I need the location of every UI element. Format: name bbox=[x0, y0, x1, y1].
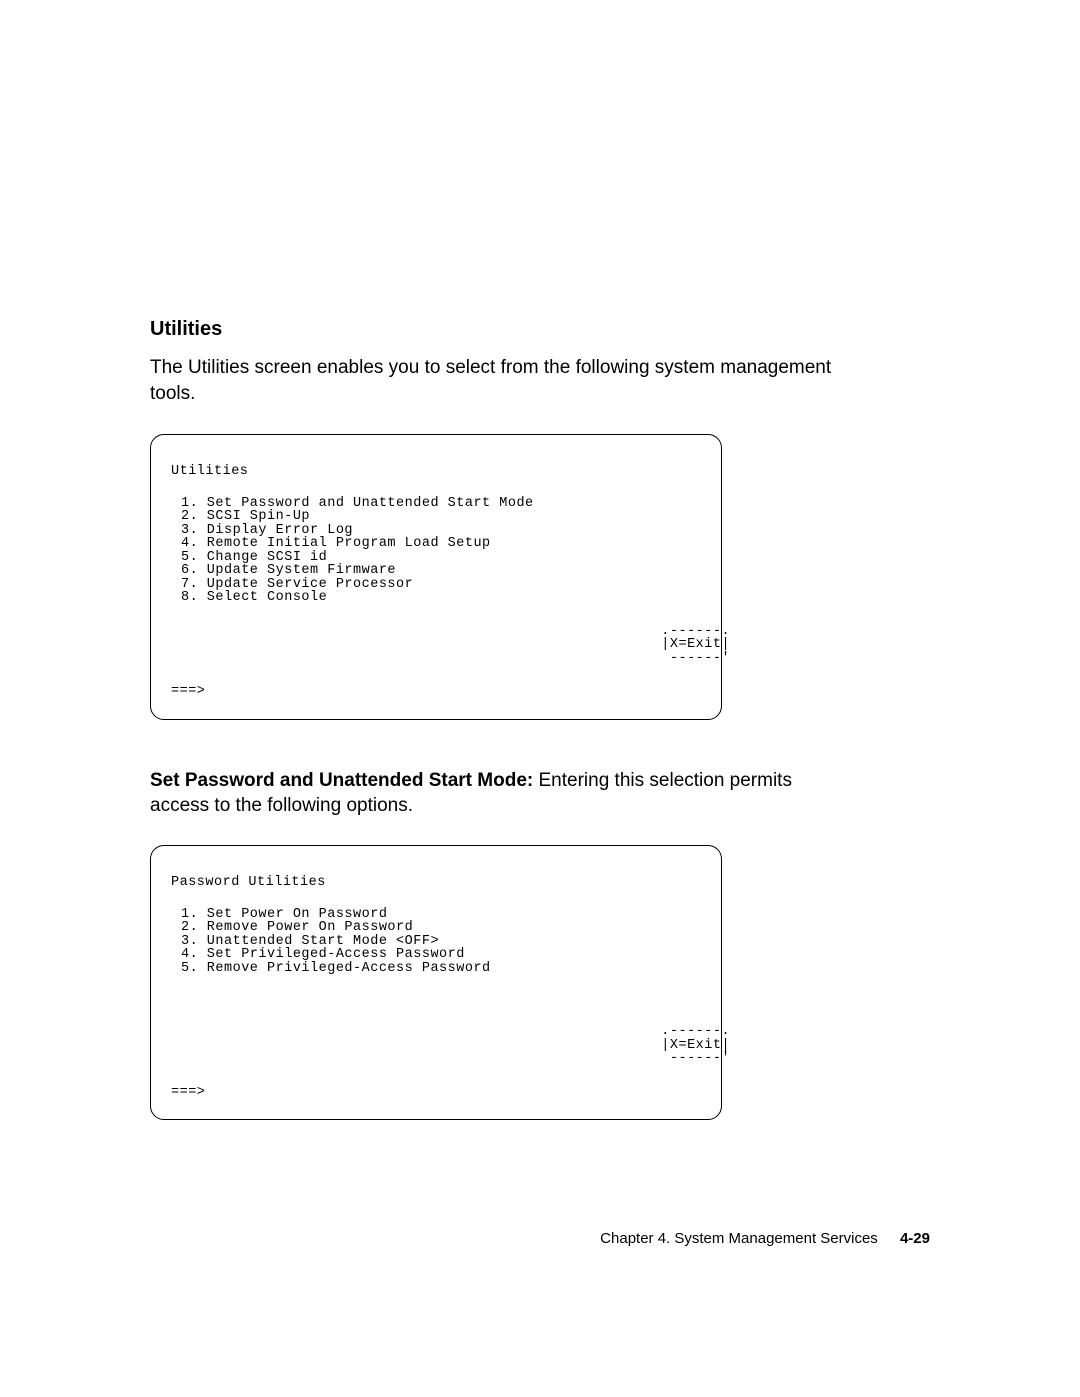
menu-item-6: 6. Update System Firmware bbox=[171, 564, 701, 578]
menu-item-4: 4. Set Privileged-Access Password bbox=[171, 948, 701, 962]
menu-item-3: 3. Unattended Start Mode <OFF> bbox=[171, 935, 701, 949]
menu-item-7: 7. Update Service Processor bbox=[171, 578, 701, 592]
exit-border-bottom: ------' bbox=[171, 652, 701, 666]
exit-label: |X=Exit| bbox=[171, 1039, 701, 1053]
footer-page-number: 4-29 bbox=[900, 1230, 930, 1247]
section-intro-utilities: The Utilities screen enables you to sele… bbox=[150, 355, 840, 406]
page: Utilities The Utilities screen enables y… bbox=[0, 0, 1080, 1397]
section-heading-utilities: Utilities bbox=[150, 318, 840, 341]
menu-item-2: 2. SCSI Spin-Up bbox=[171, 510, 701, 524]
menu-item-8: 8. Select Console bbox=[171, 591, 701, 605]
menu-item-3: 3. Display Error Log bbox=[171, 524, 701, 538]
sub-heading-label: Set Password and Unattended Start Mode: bbox=[150, 770, 533, 791]
section-heading-password: Set Password and Unattended Start Mode: … bbox=[150, 768, 840, 819]
menu-item-5: 5. Change SCSI id bbox=[171, 551, 701, 565]
terminal-box-utilities: Utilities 1. Set Password and Unattended… bbox=[150, 434, 722, 720]
terminal-title: Password Utilities bbox=[171, 876, 701, 890]
prompt: ===> bbox=[171, 1086, 701, 1100]
page-footer: Chapter 4. System Management Services 4-… bbox=[600, 1230, 930, 1247]
menu-item-2: 2. Remove Power On Password bbox=[171, 921, 701, 935]
exit-box: .------. |X=Exit| ------' bbox=[171, 625, 701, 666]
content-column: Utilities The Utilities screen enables y… bbox=[150, 318, 840, 1168]
prompt: ===> bbox=[171, 685, 701, 699]
exit-label: |X=Exit| bbox=[171, 638, 701, 652]
menu-item-1: 1. Set Password and Unattended Start Mod… bbox=[171, 497, 701, 511]
menu-item-5: 5. Remove Privileged-Access Password bbox=[171, 962, 701, 976]
menu-item-4: 4. Remote Initial Program Load Setup bbox=[171, 537, 701, 551]
exit-box: .------. |X=Exit| ------' bbox=[171, 1025, 701, 1066]
exit-border-top: .------. bbox=[171, 625, 701, 639]
exit-border-bottom: ------' bbox=[171, 1052, 701, 1066]
terminal-box-password: Password Utilities 1. Set Power On Passw… bbox=[150, 845, 722, 1120]
terminal-title: Utilities bbox=[171, 465, 701, 479]
footer-chapter: Chapter 4. System Management Services bbox=[600, 1230, 878, 1247]
exit-border-top: .------. bbox=[171, 1025, 701, 1039]
menu-item-1: 1. Set Power On Password bbox=[171, 908, 701, 922]
